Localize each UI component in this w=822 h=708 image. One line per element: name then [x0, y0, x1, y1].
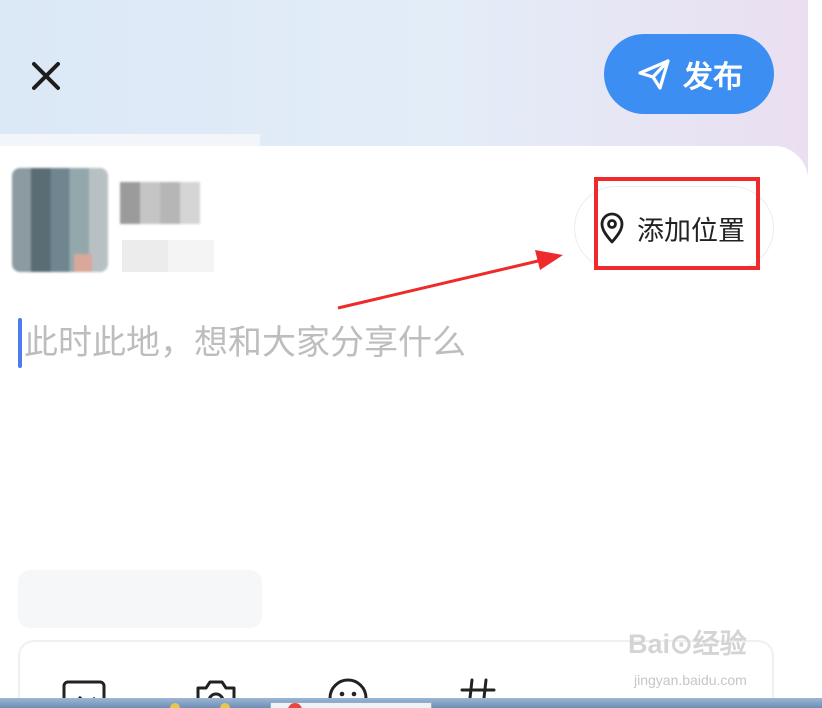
username-blurred [120, 182, 200, 224]
post-content-input[interactable] [24, 316, 784, 370]
watermark-brand: Bai⊙经验 [628, 629, 747, 659]
taskbar-icon[interactable] [220, 703, 230, 708]
close-icon [32, 62, 60, 90]
attachment-placeholder [18, 570, 262, 628]
screen-edge [808, 0, 822, 708]
text-cursor [18, 318, 22, 368]
send-icon [635, 55, 673, 93]
annotation-highlight-box [594, 177, 760, 270]
publish-label: 发布 [683, 60, 743, 95]
avatar[interactable] [12, 168, 108, 272]
baidu-jingyan-watermark: Bai⊙经验 jingyan.baidu.com [628, 622, 778, 694]
taskbar-icon[interactable] [170, 703, 180, 708]
post-composer-screen: 发布 添加位置 此时此地，想和大家分享什么 Bai⊙经验 jingyan.bai… [0, 0, 822, 708]
watermark-url: jingyan.baidu.com [634, 672, 747, 688]
publish-button[interactable]: 发布 [604, 34, 774, 114]
user-subtitle-blurred [122, 240, 214, 272]
close-button[interactable] [24, 54, 68, 98]
